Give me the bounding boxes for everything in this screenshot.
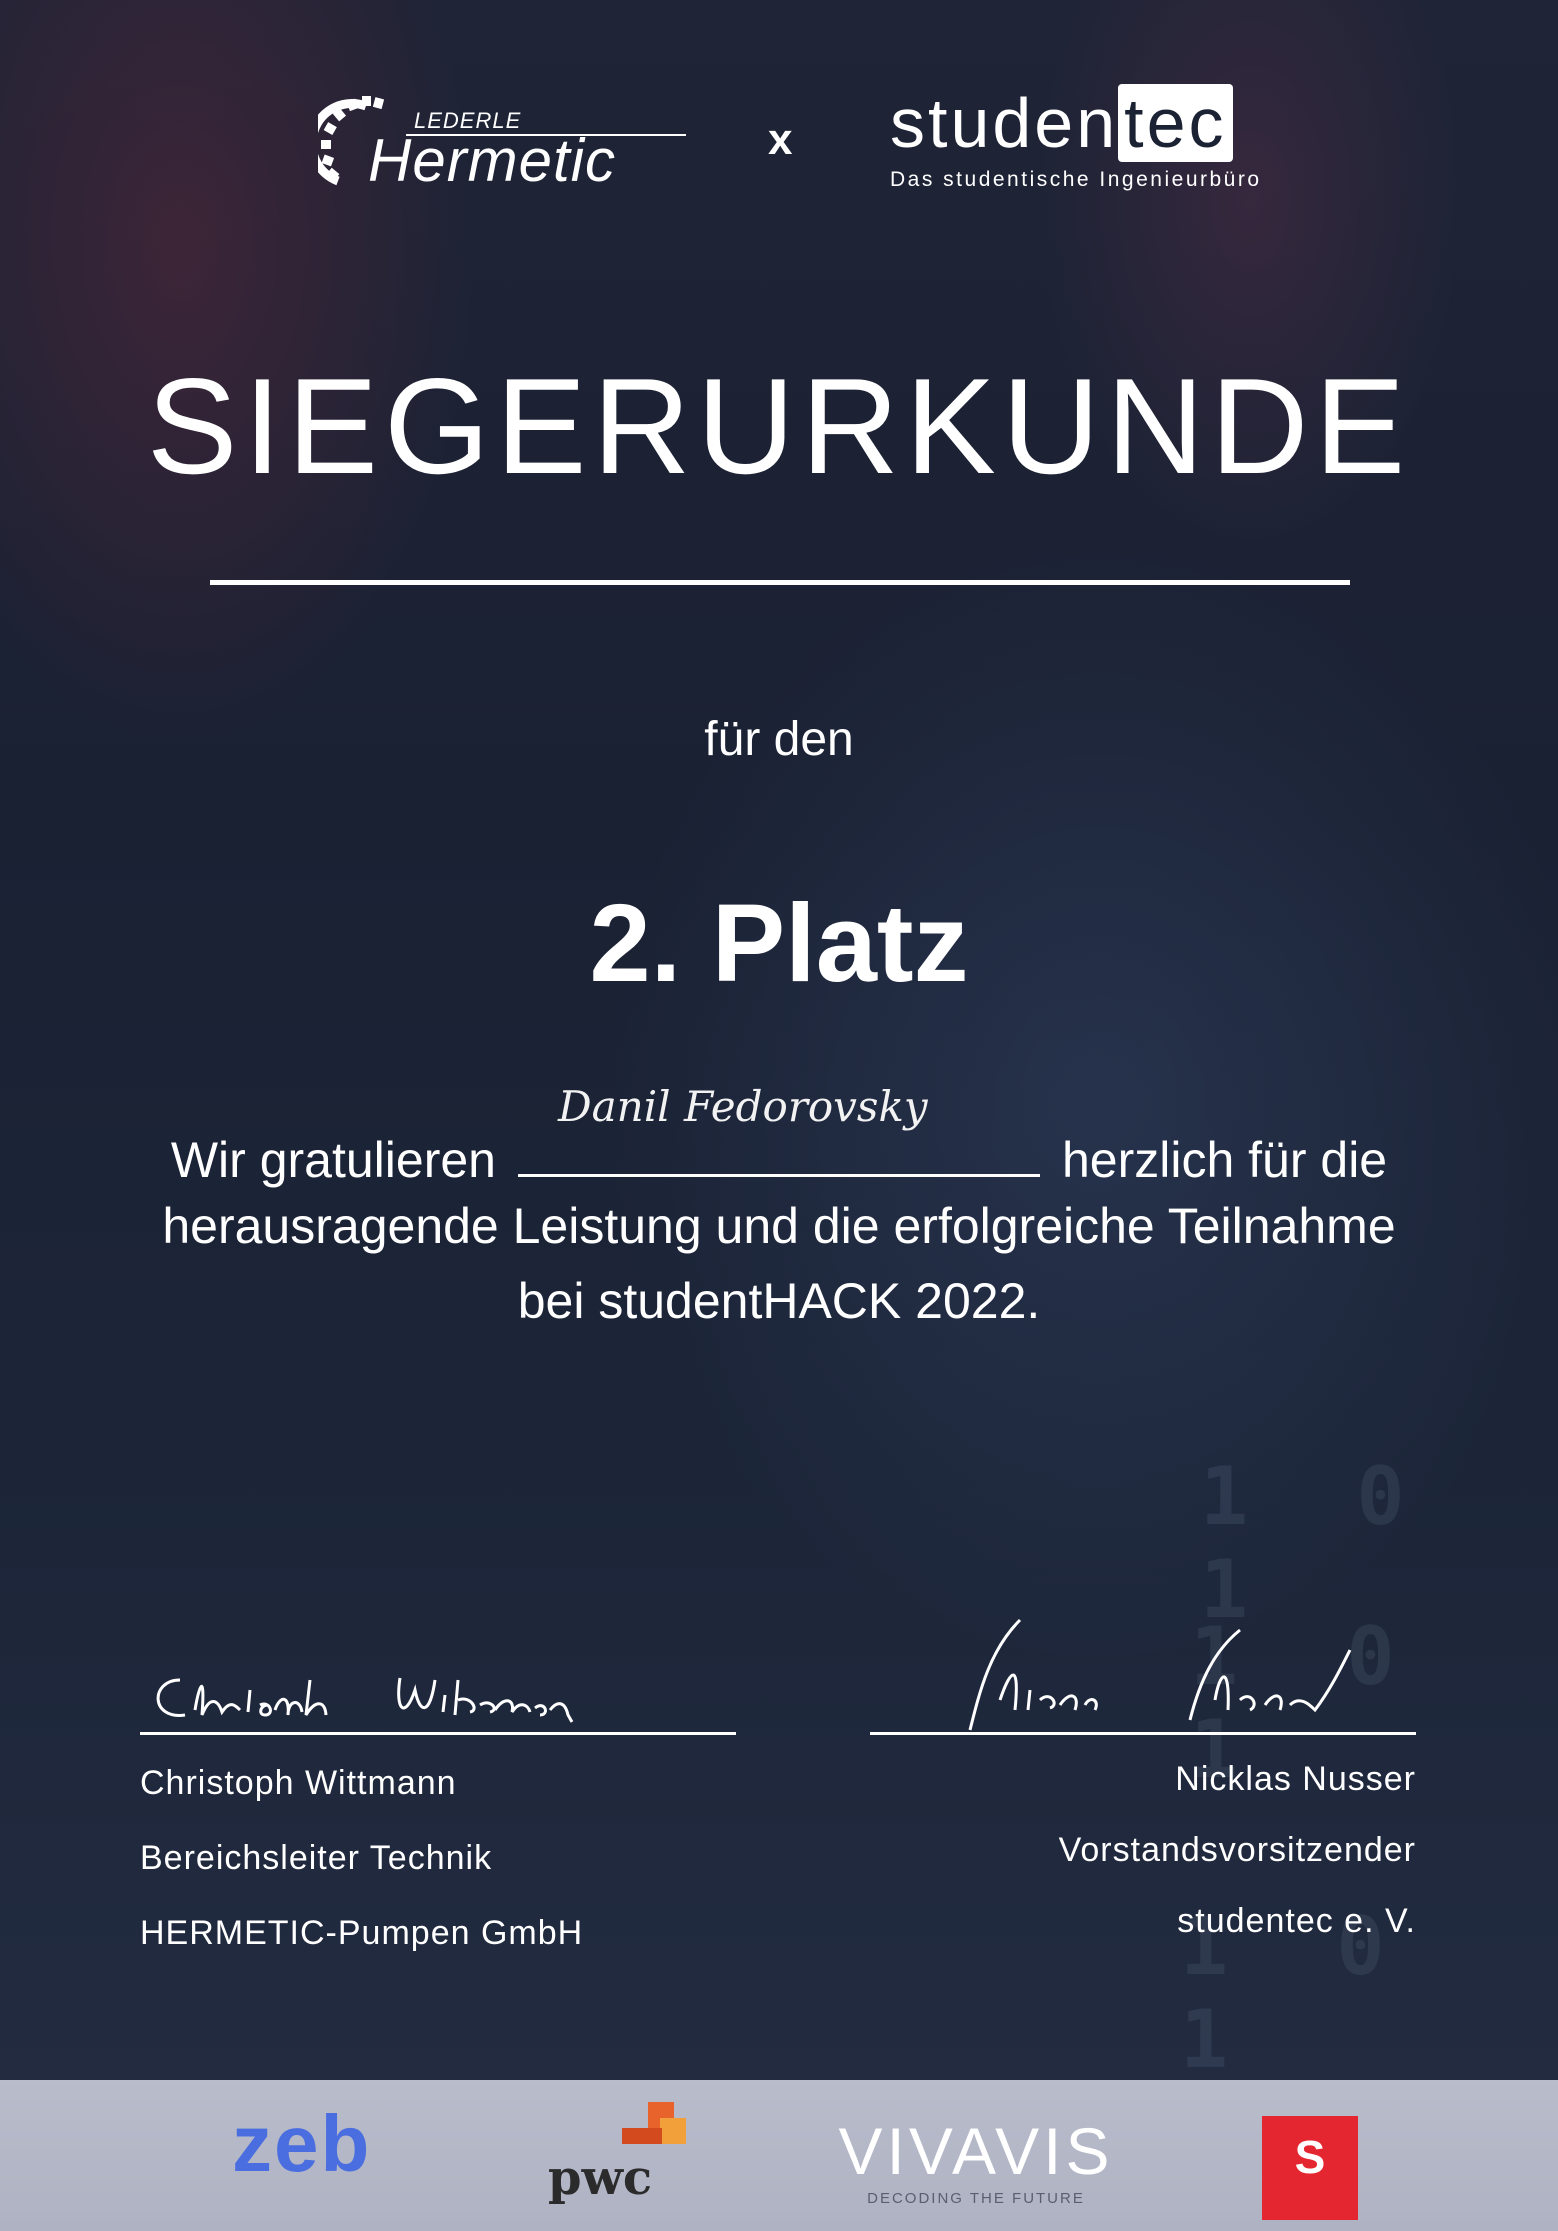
certificate-title: SIEGERURKUNDE xyxy=(146,350,1412,502)
signature-line-right xyxy=(870,1732,1416,1735)
signature-block-left: Christoph Wittmann Bereichsleiter Techni… xyxy=(140,1660,740,1960)
congratulation-line-3: bei studentHACK 2022. xyxy=(517,1273,1041,1329)
studentec-wordmark: studentec xyxy=(890,84,1310,162)
hermetic-logo: LEDERLE Hermetic xyxy=(318,88,698,194)
signatory-org-left: HERMETIC-Pumpen GmbH xyxy=(140,1914,584,1952)
sparkasse-s-icon: S xyxy=(1294,2131,1326,2183)
congratulation-line-2: herausragende Leistung und die erfolgrei… xyxy=(162,1198,1396,1254)
recipient-handwritten-name: Danil Fedorovsky xyxy=(557,1082,928,1131)
signature-line-left xyxy=(140,1732,736,1735)
for-text: für den xyxy=(704,713,854,766)
studentec-wordmark-box: tec xyxy=(1118,84,1233,162)
handwritten-signature-wittmann xyxy=(156,1677,574,1723)
vivavis-wordmark: VIVAVIS xyxy=(838,2114,1114,2188)
studentec-tagline: Das studentische Ingenieurbüro xyxy=(890,168,1262,191)
handwritten-signature-nusser xyxy=(968,1618,1352,1731)
signatory-role-right: Vorstandsvorsitzender xyxy=(1058,1831,1416,1869)
vivavis-logo: VIVAVIS DECODING THE FUTURE xyxy=(816,2118,1136,2207)
logo-separator: x xyxy=(768,115,793,164)
signatory-org-right: studentec e. V. xyxy=(1177,1902,1416,1940)
signatory-name-left: Christoph Wittmann xyxy=(140,1764,457,1802)
signature-block-right: Nicklas Nusser Vorstandsvorsitzender stu… xyxy=(870,1610,1416,1948)
logo-hermetic-text: Hermetic xyxy=(368,127,617,194)
studentec-logo: studentec Das studentische Ingenieurbüro xyxy=(890,84,1310,198)
signatory-name-right: Nicklas Nusser xyxy=(1175,1760,1416,1798)
congratulation-line-1: Wir gratulieren Danil Fedorovsky herzlich … xyxy=(0,1082,1558,1189)
background-binary-digits: 1 0 1 xyxy=(1200,1450,1435,1636)
sparkasse-logo: S xyxy=(1262,2116,1358,2220)
congratulation-prefix: Wir gratulieren xyxy=(170,1132,496,1188)
zeb-logo: zeb xyxy=(232,2099,372,2188)
pwc-wordmark: pwc xyxy=(548,2150,653,2206)
placement-heading: 2. Platz xyxy=(589,882,969,1005)
congratulation-suffix: herzlich für die xyxy=(1061,1132,1388,1188)
recipient-name-field: Danil Fedorovsky xyxy=(517,1082,1040,1177)
pwc-mark-icon xyxy=(622,2102,686,2144)
signatory-role-left: Bereichsleiter Technik xyxy=(140,1839,493,1877)
vivavis-tagline: DECODING THE FUTURE xyxy=(867,2190,1085,2207)
title-divider xyxy=(210,580,1350,585)
